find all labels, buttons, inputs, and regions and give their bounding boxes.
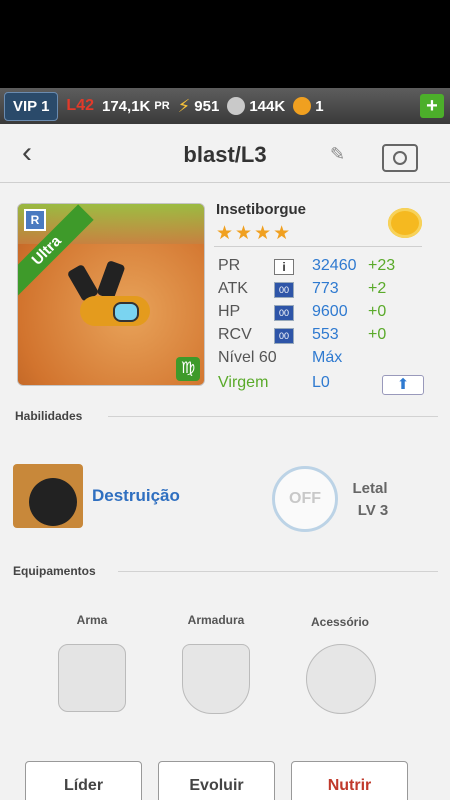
stat-value: 9600 [312,303,348,320]
level-row: Nível 60 Máx [218,349,428,371]
skill-type: Letal [352,480,388,497]
add-currency-button[interactable]: + [420,94,444,118]
resource-value: 144K [249,97,286,115]
vip-badge[interactable]: VIP 1 [4,91,59,121]
coin-icon [293,97,312,115]
energy-counter: ⚡ 951 [178,96,220,117]
coin-value: 1 [315,97,324,115]
upgrade-arrow-button[interactable]: ⬆ [382,375,424,395]
stat-row-hp: HP 00 9600 +0 [218,303,428,325]
armor-slot[interactable] [182,644,250,714]
equipment-section-title: Equipamentos [13,564,96,578]
sign-value: L0 [312,374,330,391]
skill-icon[interactable] [13,464,83,528]
weapon-slot[interactable] [58,644,126,712]
monster-art [113,302,139,322]
stat-detail-icon: 00 [274,328,294,344]
stat-label: PR [218,257,241,274]
stat-detail-icon: 00 [274,305,294,321]
stat-bonus: +0 [368,303,387,320]
divider [108,416,438,417]
level-label: Nível 60 [218,349,277,366]
power-counter: 174,1K PR [102,98,170,115]
page-header: ‹ blast/L3 ✎ [0,124,450,183]
stat-value: 553 [312,326,339,343]
camera-icon[interactable] [382,144,418,172]
stat-label: HP [218,303,241,320]
stat-bonus: +2 [368,280,387,297]
stat-label: RCV [218,326,252,343]
sign-label: Virgem [218,374,269,391]
star-rating: ★★★★ [216,223,293,244]
divider [214,246,422,247]
stat-label: ATK [218,280,248,297]
level-value: Máx [312,349,343,366]
info-icon[interactable]: i [274,259,294,275]
resource-counter: 144K [227,97,285,115]
stat-bonus: +0 [368,326,387,343]
evolve-button[interactable]: Evoluir [158,761,275,800]
stat-value: 773 [312,280,339,297]
divider [118,571,438,572]
monster-name: Insetiborgue [216,201,307,218]
stat-value: 32460 [312,257,357,274]
power-unit: PR [154,100,170,112]
lightning-icon: ⚡ [177,95,191,116]
skill-name[interactable]: Destruição [92,486,180,506]
leader-button[interactable]: Líder [25,761,142,800]
slot-label-armadura: Armadura [187,613,245,627]
zodiac-icon: ♍ [176,357,200,381]
slot-label-acessorio: Acessório [310,615,370,629]
status-bar: VIP 1 L42 174,1K PR ⚡ 951 144K 1 + [0,88,450,124]
stat-row-atk: ATK 00 773 +2 [218,280,428,302]
skill-level: LV 3 [357,502,389,519]
monster-portrait[interactable]: R Ultra ♍ [17,203,205,386]
stat-bonus: +23 [368,257,396,274]
feed-button[interactable]: Nutrir [291,761,408,800]
monster-art [96,260,126,300]
accessory-slot[interactable] [306,644,376,714]
monster-detail-screen: VIP 1 L42 174,1K PR ⚡ 951 144K 1 + ‹ bla… [0,88,450,800]
rank-badge: R [24,209,46,231]
paw-icon [227,97,246,115]
coin-counter: 1 [293,97,324,115]
skills-section-title: Habilidades [15,409,83,423]
energy-value: 951 [194,97,220,115]
stat-row-pr: PR i 32460 +23 [218,257,428,279]
power-value: 174,1K [102,97,151,115]
stat-detail-icon: 00 [274,282,294,298]
stat-row-rcv: RCV 00 553 +0 [218,326,428,348]
player-level: L42 [66,97,94,114]
pencil-icon[interactable]: ✎ [330,144,345,165]
skill-toggle[interactable]: OFF [272,466,338,532]
slot-label-arma: Arma [76,613,108,627]
element-flower-icon [388,208,422,238]
